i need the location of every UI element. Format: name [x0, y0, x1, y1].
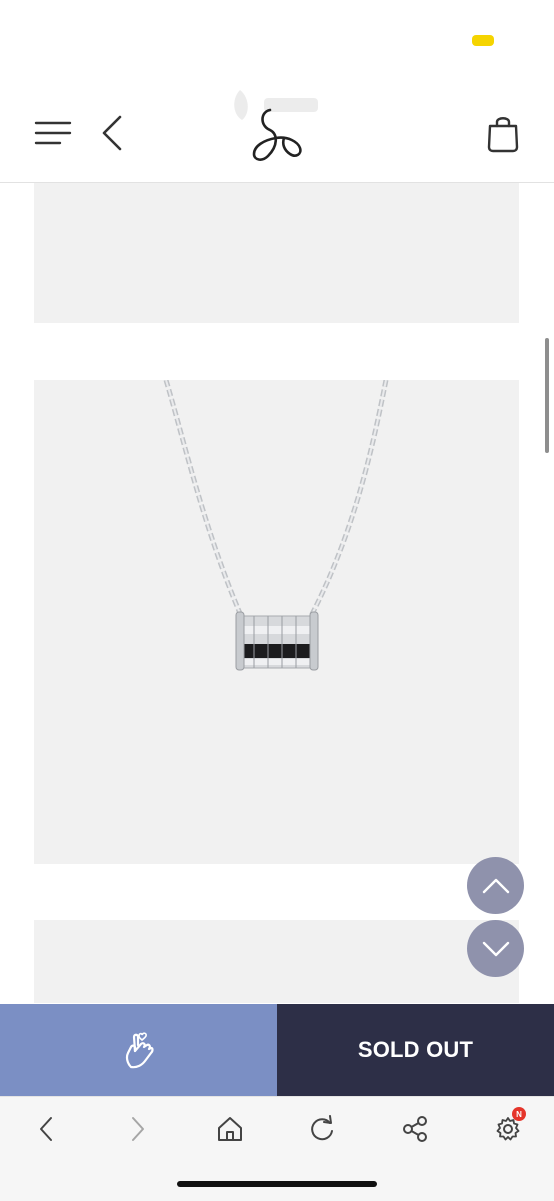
- necklace-product-image: [163, 380, 389, 671]
- status-bar: [0, 0, 554, 80]
- app-header: [0, 80, 554, 183]
- like-button[interactable]: [0, 1004, 277, 1096]
- browser-forward-button[interactable]: [116, 1107, 160, 1151]
- browser-back-button[interactable]: [24, 1107, 68, 1151]
- browser-settings-button[interactable]: N: [486, 1107, 530, 1151]
- home-icon: [218, 1117, 242, 1141]
- product-image-panel-main: [34, 380, 519, 864]
- chevron-left-icon: [102, 115, 122, 151]
- shopping-bag-icon: [487, 117, 519, 153]
- home-indicator[interactable]: [177, 1181, 377, 1187]
- browser-refresh-button[interactable]: [300, 1107, 344, 1151]
- scroll-to-bottom-button[interactable]: [467, 920, 524, 977]
- product-image-panel: [34, 183, 519, 323]
- share-icon: [403, 1116, 427, 1142]
- chevron-up-icon: [482, 878, 509, 893]
- hamburger-menu-icon: [34, 121, 72, 145]
- chevron-down-icon: [482, 941, 509, 956]
- sold-out-button[interactable]: SOLD OUT: [277, 1004, 554, 1096]
- purchase-action-bar: SOLD OUT: [0, 1004, 554, 1096]
- chevron-right-icon: [132, 1117, 144, 1141]
- product-image-panel: [34, 920, 519, 1003]
- ampersand-logo-icon: [252, 108, 302, 161]
- notification-badge: N: [512, 1107, 526, 1121]
- scroll-to-top-button[interactable]: [467, 857, 524, 914]
- browser-toolbar: N: [0, 1096, 554, 1201]
- refresh-icon: [311, 1115, 333, 1141]
- scrollbar-thumb[interactable]: [545, 338, 549, 453]
- cart-button[interactable]: [478, 108, 528, 158]
- brand-logo[interactable]: [240, 104, 312, 166]
- browser-share-button[interactable]: [393, 1107, 437, 1151]
- status-indicator-pill: [472, 35, 494, 46]
- menu-button[interactable]: [28, 108, 78, 158]
- back-button[interactable]: [90, 108, 134, 158]
- browser-home-button[interactable]: [208, 1107, 252, 1151]
- finger-heart-hand-icon: [125, 1032, 154, 1069]
- chevron-left-icon: [40, 1117, 52, 1141]
